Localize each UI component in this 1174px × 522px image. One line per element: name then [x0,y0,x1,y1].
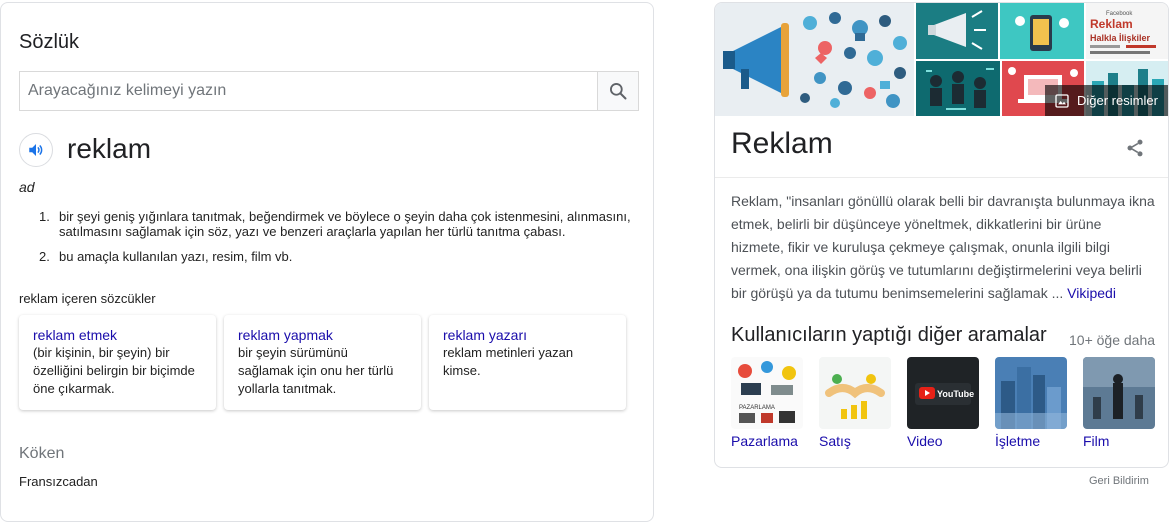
related-words-cards: reklam etmek (bir kişinin, bir şeyin) bi… [19,315,626,410]
definition-number: 2. [39,249,50,264]
megaphone-teal-image[interactable] [916,3,998,59]
wordcloud-word: Halkla İlişkiler [1090,33,1151,43]
search-tile-video[interactable]: YouTube Video [907,357,979,449]
pronunciation-button[interactable] [19,133,53,167]
related-word-title[interactable]: reklam yapmak [238,326,407,344]
marketing-image: PAZARLAMA [731,357,803,429]
youtube-image: YouTube [907,357,979,429]
dictionary-card: Sözlük reklam ad 1. bir şeyi geniş yığın… [0,2,654,522]
search-tile-satis[interactable]: Satış [819,357,891,449]
more-images-button[interactable]: Diğer resimler [1045,85,1168,116]
search-tile-pazarlama[interactable]: PAZARLAMA Pazarlama [731,357,803,449]
search-tile-label[interactable]: Film [1083,433,1155,449]
definition-number: 1. [39,209,50,224]
business-image [995,357,1067,429]
related-word-title[interactable]: reklam yazarı [443,326,612,344]
search-icon [610,83,627,100]
marketing-image-text: PAZARLAMA [739,405,775,411]
sales-image [819,357,891,429]
search-tile-label[interactable]: İşletme [995,433,1067,449]
phone-hand-image[interactable] [1000,3,1084,59]
origin-text: Fransızcadan [19,474,98,489]
word-cloud-image[interactable]: Facebook Reklam Halkla İlişkiler [1086,3,1168,59]
search-tile-label[interactable]: Pazarlama [731,433,803,449]
also-searched-more-link[interactable]: 10+ öğe daha [1069,332,1155,348]
more-images-label: Diğer resimler [1077,93,1158,108]
panel-description: Reklam, "insanları gönüllü olarak belli … [731,190,1156,305]
part-of-speech: ad [19,179,35,195]
dictionary-search-box [19,71,639,111]
panel-title: Reklam [731,127,833,160]
related-word-card[interactable]: reklam yapmak bir şeyin sürümünü sağlama… [224,315,421,410]
search-tile-label[interactable]: Satış [819,433,891,449]
search-tile-isletme[interactable]: İşletme [995,357,1067,449]
film-image [1083,357,1155,429]
related-word-description: (bir kişinin, bir şeyin) bir özelliğini … [33,345,195,396]
share-button[interactable] [1120,133,1150,163]
definition-text: bu amaçla kullanılan yazı, resim, film v… [59,249,293,264]
youtube-image-text: YouTube [937,389,974,399]
wikipedia-link[interactable]: Vikipedi [1067,285,1116,301]
also-searched-tiles: PAZARLAMA Pazarlama Satış YouTube Video … [731,357,1155,449]
definition-item: 2. bu amaçla kullanılan yazı, resim, fil… [39,249,639,264]
feedback-link[interactable]: Geri Bildirim [1089,475,1149,487]
share-icon [1127,139,1143,157]
image-collage: Facebook Reklam Halkla İlişkiler Diğer r… [715,3,1168,116]
megaphone-image[interactable] [715,3,914,116]
search-tile-label[interactable]: Video [907,433,979,449]
related-word-description: reklam metinleri yazan kimse. [443,345,574,378]
dictionary-search-input[interactable] [20,72,598,110]
related-words-label: reklam içeren sözcükler [19,291,156,306]
related-word-card[interactable]: reklam etmek (bir kişinin, bir şeyin) bi… [19,315,216,410]
definitions-list: 1. bir şeyi geniş yığınlara tanıtmak, be… [39,209,639,274]
headword: reklam [67,133,152,164]
dictionary-title: Sözlük [19,31,80,53]
people-network-image[interactable] [916,61,1000,116]
related-word-description: bir şeyin sürümünü sağlamak için onu her… [238,345,394,396]
related-word-title[interactable]: reklam etmek [33,326,202,344]
definition-text: bir şeyi geniş yığınlara tanıtmak, beğen… [59,209,631,239]
related-word-card[interactable]: reklam yazarı reklam metinleri yazan kim… [429,315,626,410]
also-searched-title: Kullanıcıların yaptığı diğer aramalar [731,324,1047,346]
wordcloud-word: Reklam [1090,17,1133,31]
image-icon [1055,93,1069,108]
definition-item: 1. bir şeyi geniş yığınlara tanıtmak, be… [39,209,639,239]
speaker-icon [29,144,43,156]
origin-heading: Köken [19,445,65,462]
dictionary-search-button[interactable] [597,72,638,110]
search-tile-film[interactable]: Film [1083,357,1155,449]
panel-divider [715,177,1168,178]
knowledge-panel: Facebook Reklam Halkla İlişkiler Diğer r… [714,2,1169,468]
